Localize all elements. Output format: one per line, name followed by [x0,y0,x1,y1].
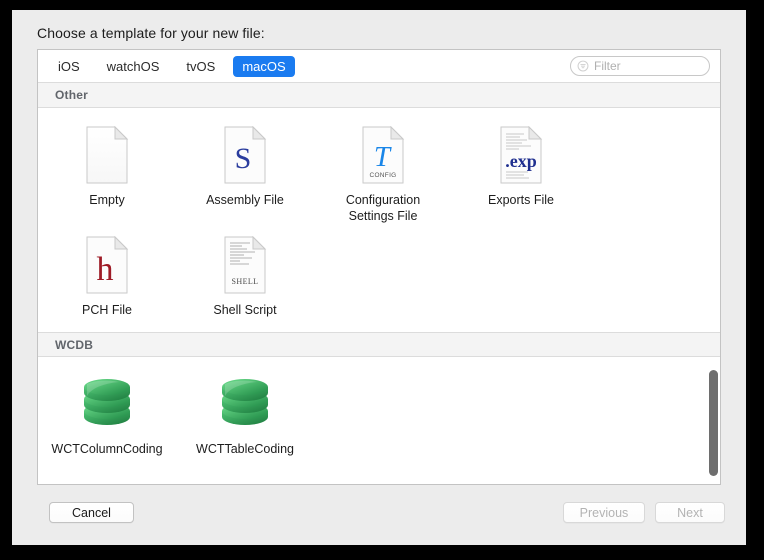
template-chooser-panel: iOS watchOS tvOS macOS Filter Other [37,49,721,485]
icon-wrap [80,371,134,433]
template-item-assembly-file[interactable]: S Assembly File [176,122,314,224]
filter-input[interactable]: Filter [570,56,710,76]
vertical-scrollbar[interactable] [709,370,718,476]
tab-tvos[interactable]: tvOS [177,56,224,77]
tab-ios[interactable]: iOS [49,56,89,77]
configuration-settings-file-icon: T CONFIG [360,126,406,184]
template-item-exports-file[interactable]: .exp Exports File [452,122,590,224]
section-header-wcdb: WCDB [38,332,720,357]
section-items-wcdb: WCTColumnCoding WC [38,357,720,471]
cancel-button[interactable]: Cancel [49,502,134,523]
page-title: Choose a template for your new file: [37,25,265,41]
icon-wrap [84,122,130,184]
section-items-other: Empty S Assembly File [38,108,720,332]
icon-wrap: SHELL [222,232,268,294]
template-item-shell-script[interactable]: SHELL Shell Script [176,232,314,318]
tab-macos[interactable]: macOS [233,56,294,77]
template-item-label: Empty [47,192,167,208]
shell-script-icon: SHELL [222,236,268,294]
database-icon [80,377,134,433]
icon-wrap: .exp [498,122,544,184]
icon-wrap: h [84,232,130,294]
assembly-file-icon: S [222,126,268,184]
shell-sublabel: SHELL [232,277,259,286]
section-header-other: Other [38,83,720,108]
template-list: Other [38,83,720,484]
config-sublabel: CONFIG [369,172,396,179]
template-item-pch-file[interactable]: h PCH File [38,232,176,318]
pch-glyph: h [97,251,114,288]
exports-file-icon: .exp [498,126,544,184]
pch-file-icon: h [84,236,130,294]
platform-tabbar: iOS watchOS tvOS macOS Filter [38,50,720,83]
tab-watchos[interactable]: watchOS [98,56,169,77]
new-file-template-dialog: Choose a template for your new file: iOS… [12,10,746,545]
template-item-wcttablecoding[interactable]: WCTTableCoding [176,371,314,457]
template-item-label: Exports File [461,192,581,208]
template-item-empty[interactable]: Empty [38,122,176,224]
filter-placeholder: Filter [594,59,621,73]
template-item-label: WCTTableCoding [185,441,305,457]
blank-document-icon [84,126,130,184]
template-item-label: PCH File [47,302,167,318]
next-button[interactable]: Next [655,502,725,523]
template-item-wctcolumncoding[interactable]: WCTColumnCoding [38,371,176,457]
config-glyph: T [374,141,392,173]
icon-wrap [218,371,272,433]
template-item-configuration-settings-file[interactable]: T CONFIG Configuration Settings File [314,122,452,224]
template-item-label: Shell Script [185,302,305,318]
database-icon [218,377,272,433]
template-item-label: Configuration Settings File [323,192,443,224]
previous-button[interactable]: Previous [563,502,645,523]
assembly-glyph: S [235,142,252,175]
icon-wrap: T CONFIG [360,122,406,184]
template-item-label: WCTColumnCoding [47,441,167,457]
exports-glyph: .exp [505,151,537,171]
template-item-label: Assembly File [185,192,305,208]
filter-icon [577,60,589,72]
icon-wrap: S [222,122,268,184]
